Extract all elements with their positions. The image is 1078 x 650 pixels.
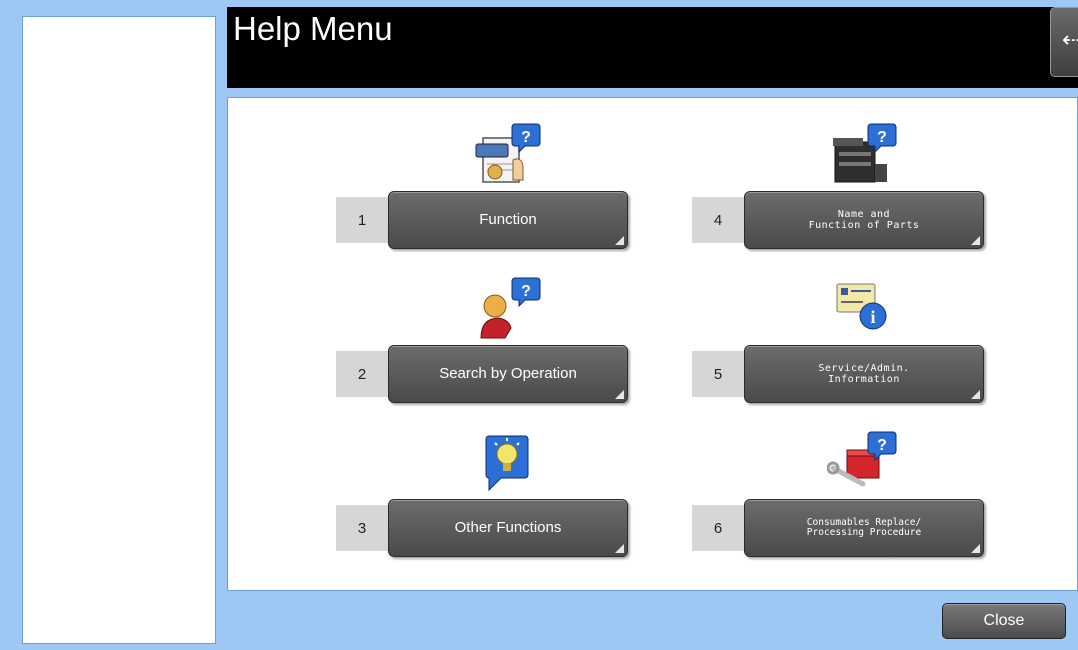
item-number: 3 <box>336 505 388 551</box>
item-number: 1 <box>336 197 388 243</box>
back-button[interactable]: ⇠ <box>1050 7 1078 77</box>
button-label: Name and Function of Parts <box>808 209 920 231</box>
header-bar: Help Menu ⇠ <box>227 7 1078 88</box>
menu-item-name-and-function-of-parts: ? 4 Name and Function of Parts <box>692 122 992 272</box>
menu-item-consumables-replace: ? 6 Consumables Replace/ Processing Proc… <box>692 430 992 580</box>
operation-search-icon: ? <box>480 277 541 339</box>
menu-item-service-admin-information: i 5 Service/Admin. Information <box>692 276 992 426</box>
service-admin-information-button[interactable]: Service/Admin. Information <box>744 345 984 403</box>
item-number: 4 <box>692 197 744 243</box>
info-card-icon: i <box>836 283 887 330</box>
close-button[interactable]: Close <box>942 603 1066 639</box>
corner-indicator <box>971 236 980 245</box>
button-label: Other Functions <box>454 519 562 536</box>
svg-text:?: ? <box>877 437 887 454</box>
function-help-icon: ? <box>475 123 541 183</box>
button-label: Search by Operation <box>439 365 577 382</box>
arrow-left-icon: ⇠ <box>1062 28 1078 53</box>
function-button[interactable]: Function <box>388 191 628 249</box>
corner-indicator <box>615 390 624 399</box>
corner-indicator <box>615 544 624 553</box>
button-label: Service/Admin. Information <box>818 363 910 385</box>
menu-item-search-by-operation: ? 2 Search by Operation <box>336 276 636 426</box>
svg-text:?: ? <box>521 283 531 300</box>
other-functions-button[interactable]: Other Functions <box>388 499 628 557</box>
printer-help-icon: ? <box>833 123 897 183</box>
svg-text:?: ? <box>521 129 531 146</box>
button-label: Function <box>479 211 537 228</box>
item-number: 5 <box>692 351 744 397</box>
svg-text:i: i <box>870 307 875 327</box>
left-panel <box>22 16 216 644</box>
item-number: 6 <box>692 505 744 551</box>
page-title: Help Menu <box>233 10 393 47</box>
help-menu-panel: ? 1 Function ? 2 Search by Operation 3 O… <box>227 97 1078 591</box>
svg-text:?: ? <box>877 129 887 146</box>
corner-indicator <box>971 390 980 399</box>
button-label: Consumables Replace/ Processing Procedur… <box>806 517 922 538</box>
corner-indicator <box>971 544 980 553</box>
lightbulb-icon <box>485 435 529 492</box>
corner-indicator <box>615 236 624 245</box>
toolbox-help-icon: ? <box>827 431 897 487</box>
name-and-function-of-parts-button[interactable]: Name and Function of Parts <box>744 191 984 249</box>
item-number: 2 <box>336 351 388 397</box>
menu-item-other-functions: 3 Other Functions <box>336 430 636 580</box>
search-by-operation-button[interactable]: Search by Operation <box>388 345 628 403</box>
menu-item-function: ? 1 Function <box>336 122 636 272</box>
consumables-replace-button[interactable]: Consumables Replace/ Processing Procedur… <box>744 499 984 557</box>
